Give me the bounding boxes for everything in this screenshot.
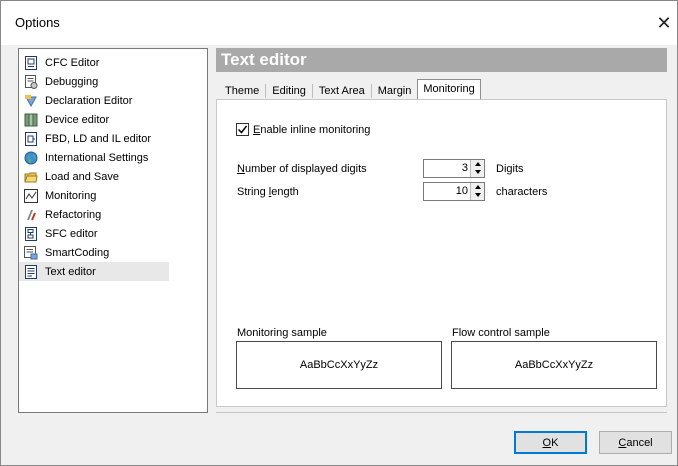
debugging-icon	[23, 74, 39, 90]
tree-item-label: Refactoring	[45, 208, 102, 221]
cfc-editor-icon	[23, 55, 39, 71]
tree-item-refactoring[interactable]: Refactoring	[19, 205, 169, 224]
tree-item-fbd-ld-il-editor[interactable]: FBD, LD and IL editor	[19, 129, 169, 148]
tab-monitoring[interactable]: Monitoring	[417, 79, 481, 100]
tree-item-international-settings[interactable]: International Settings	[19, 148, 169, 167]
mnemonic-letter: N	[237, 163, 245, 175]
tree-item-label: SmartCoding	[45, 246, 110, 259]
folder-icon	[23, 169, 39, 185]
declaration-editor-icon	[23, 93, 39, 109]
tree-item-label: International Settings	[45, 151, 149, 164]
label-text: nable inline monitoring	[260, 123, 371, 136]
spin-down-icon[interactable]	[471, 191, 484, 199]
label-text: ength	[271, 186, 299, 198]
tree-item-load-and-save[interactable]: Load and Save	[19, 167, 169, 186]
tree-item-declaration-editor[interactable]: Declaration Editor	[19, 91, 169, 110]
tab-theme[interactable]: Theme	[219, 81, 265, 99]
tree-item-label: Device editor	[45, 113, 110, 126]
tab-strip: Theme Editing Text Area Margin Monitorin…	[219, 79, 481, 100]
sfc-editor-icon	[23, 226, 39, 242]
button-label: ancel	[626, 436, 653, 449]
label-text: umber of displayed digits	[244, 163, 367, 175]
smartcoding-icon	[23, 245, 39, 261]
string-length-value[interactable]: 10	[456, 185, 468, 197]
tree-item-smartcoding[interactable]: SmartCoding	[19, 243, 169, 262]
close-icon[interactable]: ✕	[653, 13, 675, 35]
tree-item-text-editor[interactable]: Text editor	[19, 262, 169, 281]
spin-down-icon[interactable]	[471, 168, 484, 176]
button-label: K	[551, 436, 559, 449]
monitoring-sample-text: AaBbCcXxYyZz	[299, 359, 379, 371]
tree-item-sfc-editor[interactable]: SFC editor	[19, 224, 169, 243]
tree-item-label: SFC editor	[45, 227, 98, 240]
tab-margin[interactable]: Margin	[372, 81, 418, 99]
flow-control-sample-label: Flow control sample	[452, 327, 550, 339]
tree-item-monitoring[interactable]: Monitoring	[19, 186, 169, 205]
monitoring-icon	[23, 188, 39, 204]
page-title: Text editor	[216, 48, 667, 72]
flow-control-sample-text: AaBbCcXxYyZz	[514, 359, 594, 371]
tree-item-cfc-editor[interactable]: CFC Editor	[19, 53, 169, 72]
spin-buttons	[470, 160, 484, 177]
digits-unit-label: Digits	[496, 163, 524, 175]
enable-inline-monitoring-checkbox[interactable]	[236, 123, 249, 136]
tree-item-device-editor[interactable]: Device editor	[19, 110, 169, 129]
string-length-unit-label: characters	[496, 186, 548, 198]
divider	[216, 412, 667, 413]
tree-item-label: Monitoring	[45, 189, 97, 202]
mnemonic-letter: C	[618, 436, 627, 449]
title-bar: Options ✕	[1, 1, 677, 45]
tree-item-debugging[interactable]: Debugging	[19, 72, 169, 91]
tab-text-area[interactable]: Text Area	[313, 81, 371, 99]
monitoring-sample-label: Monitoring sample	[237, 327, 327, 339]
globe-icon	[23, 150, 39, 166]
checkmark-icon	[237, 125, 248, 134]
mnemonic-letter: O	[542, 436, 552, 449]
spin-buttons	[470, 183, 484, 200]
tree-item-label: Load and Save	[45, 170, 120, 183]
displayed-digits-value[interactable]: 3	[462, 162, 468, 174]
displayed-digits-stepper[interactable]: 3	[423, 159, 485, 178]
enable-inline-monitoring-option[interactable]: Enable inline monitoring	[236, 123, 370, 136]
monitoring-sample-box: AaBbCcXxYyZz	[236, 341, 442, 389]
tree-item-label: Declaration Editor	[45, 94, 133, 107]
refactoring-icon	[23, 207, 39, 223]
enable-inline-monitoring-label: Enable inline monitoring	[253, 124, 370, 136]
window-title: Options	[15, 15, 60, 30]
fbd-ld-il-editor-icon	[23, 131, 39, 147]
options-dialog: Options ✕ CFC Editor Debugging Declarati…	[0, 0, 678, 466]
label-text: String	[237, 186, 269, 198]
cancel-button[interactable]: Cancel	[599, 431, 672, 454]
tree-item-label: Debugging	[45, 75, 99, 88]
flow-control-sample-box: AaBbCcXxYyZz	[451, 341, 657, 389]
device-editor-icon	[23, 112, 39, 128]
tree-item-label: FBD, LD and IL editor	[45, 132, 151, 145]
text-editor-icon	[23, 264, 39, 280]
tab-editing[interactable]: Editing	[266, 81, 312, 99]
string-length-label: String length	[237, 186, 299, 198]
ok-button[interactable]: OK	[514, 431, 587, 454]
tree-item-label: Text editor	[45, 265, 96, 278]
tree-item-label: CFC Editor	[45, 56, 100, 69]
spin-up-icon[interactable]	[471, 160, 484, 168]
displayed-digits-label: Number of displayed digits	[237, 163, 367, 175]
string-length-stepper[interactable]: 10	[423, 182, 485, 201]
options-category-tree: CFC Editor Debugging Declaration Editor …	[18, 48, 208, 413]
spin-up-icon[interactable]	[471, 183, 484, 191]
